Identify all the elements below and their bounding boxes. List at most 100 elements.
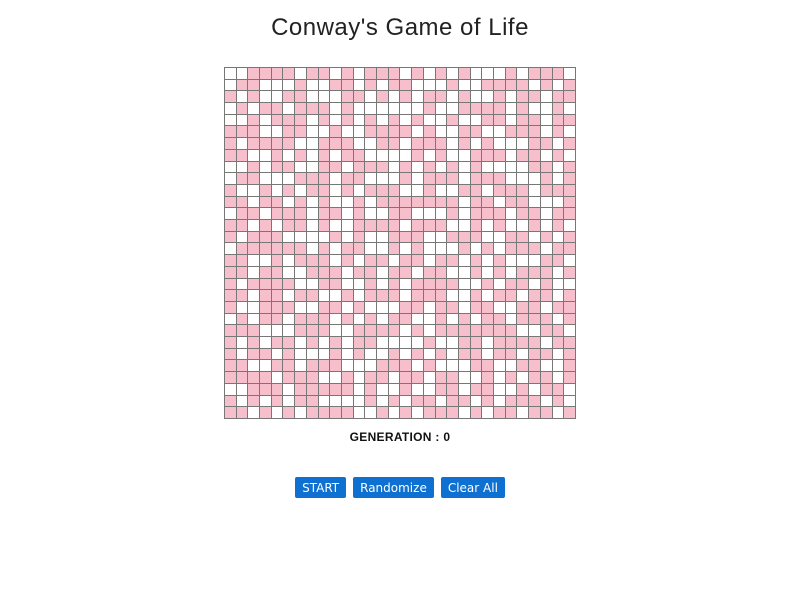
grid-cell[interactable] xyxy=(505,395,518,408)
grid-cell[interactable] xyxy=(283,114,296,127)
grid-cell[interactable] xyxy=(225,231,237,244)
grid-cell[interactable] xyxy=(236,231,249,244)
grid-cell[interactable] xyxy=(458,348,471,361)
grid-cell[interactable] xyxy=(412,325,424,338)
grid-cell[interactable] xyxy=(388,231,401,244)
grid-cell[interactable] xyxy=(447,372,459,384)
grid-cell[interactable] xyxy=(365,266,378,279)
grid-cell[interactable] xyxy=(353,337,366,349)
grid-cell[interactable] xyxy=(482,220,495,232)
grid-cell[interactable] xyxy=(540,138,553,150)
grid-cell[interactable] xyxy=(412,79,424,92)
grid-cell[interactable] xyxy=(353,208,366,221)
grid-cell[interactable] xyxy=(529,220,541,232)
grid-cell[interactable] xyxy=(318,266,331,279)
grid-cell[interactable] xyxy=(318,278,331,291)
grid-cell[interactable] xyxy=(353,407,366,419)
grid-cell[interactable] xyxy=(260,313,272,326)
grid-cell[interactable] xyxy=(517,372,530,384)
grid-cell[interactable] xyxy=(482,301,495,314)
grid-cell[interactable] xyxy=(236,149,249,162)
grid-cell[interactable] xyxy=(423,68,436,80)
grid-cell[interactable] xyxy=(271,360,284,373)
grid-cell[interactable] xyxy=(388,301,401,314)
grid-cell[interactable] xyxy=(552,91,565,104)
grid-cell[interactable] xyxy=(236,407,249,419)
grid-cell[interactable] xyxy=(423,220,436,232)
grid-cell[interactable] xyxy=(482,149,495,162)
grid-cell[interactable] xyxy=(225,91,237,104)
grid-cell[interactable] xyxy=(540,149,553,162)
grid-cell[interactable] xyxy=(529,313,541,326)
grid-cell[interactable] xyxy=(306,126,319,139)
grid-cell[interactable] xyxy=(365,149,378,162)
grid-cell[interactable] xyxy=(365,231,378,244)
grid-cell[interactable] xyxy=(365,337,378,349)
grid-cell[interactable] xyxy=(248,220,261,232)
grid-cell[interactable] xyxy=(540,114,553,127)
grid-cell[interactable] xyxy=(423,231,436,244)
grid-cell[interactable] xyxy=(540,325,553,338)
grid-cell[interactable] xyxy=(236,79,249,92)
grid-cell[interactable] xyxy=(540,372,553,384)
grid-cell[interactable] xyxy=(552,301,565,314)
grid-cell[interactable] xyxy=(458,161,471,174)
grid-cell[interactable] xyxy=(248,231,261,244)
grid-cell[interactable] xyxy=(494,313,506,326)
grid-cell[interactable] xyxy=(353,91,366,104)
grid-cell[interactable] xyxy=(494,161,506,174)
grid-cell[interactable] xyxy=(529,372,541,384)
grid-cell[interactable] xyxy=(388,395,401,408)
grid-cell[interactable] xyxy=(494,149,506,162)
grid-cell[interactable] xyxy=(529,301,541,314)
grid-cell[interactable] xyxy=(353,301,366,314)
grid-cell[interactable] xyxy=(423,91,436,104)
grid-cell[interactable] xyxy=(552,196,565,209)
grid-cell[interactable] xyxy=(306,337,319,349)
grid-cell[interactable] xyxy=(423,395,436,408)
grid-cell[interactable] xyxy=(412,103,424,115)
grid-cell[interactable] xyxy=(353,114,366,127)
grid-cell[interactable] xyxy=(260,126,272,139)
grid-cell[interactable] xyxy=(341,278,354,291)
grid-cell[interactable] xyxy=(353,161,366,174)
grid-cell[interactable] xyxy=(482,91,495,104)
grid-cell[interactable] xyxy=(447,278,459,291)
grid-cell[interactable] xyxy=(494,79,506,92)
grid-cell[interactable] xyxy=(365,173,378,185)
grid-cell[interactable] xyxy=(423,149,436,162)
grid-cell[interactable] xyxy=(564,337,576,349)
grid-cell[interactable] xyxy=(517,313,530,326)
grid-cell[interactable] xyxy=(341,266,354,279)
grid-cell[interactable] xyxy=(552,149,565,162)
grid-cell[interactable] xyxy=(353,173,366,185)
grid-cell[interactable] xyxy=(447,301,459,314)
grid-cell[interactable] xyxy=(271,208,284,221)
grid-cell[interactable] xyxy=(236,313,249,326)
grid-cell[interactable] xyxy=(505,255,518,267)
grid-cell[interactable] xyxy=(365,290,378,302)
grid-cell[interactable] xyxy=(470,79,483,92)
grid-cell[interactable] xyxy=(377,313,389,326)
grid-cell[interactable] xyxy=(470,149,483,162)
grid-cell[interactable] xyxy=(341,79,354,92)
grid-cell[interactable] xyxy=(248,290,261,302)
grid-cell[interactable] xyxy=(260,301,272,314)
grid-cell[interactable] xyxy=(248,348,261,361)
grid-cell[interactable] xyxy=(470,360,483,373)
grid-cell[interactable] xyxy=(377,196,389,209)
grid-cell[interactable] xyxy=(225,220,237,232)
grid-cell[interactable] xyxy=(388,79,401,92)
grid-cell[interactable] xyxy=(564,126,576,139)
grid-cell[interactable] xyxy=(341,348,354,361)
grid-cell[interactable] xyxy=(494,337,506,349)
grid-cell[interactable] xyxy=(248,372,261,384)
grid-cell[interactable] xyxy=(482,231,495,244)
grid-cell[interactable] xyxy=(353,266,366,279)
grid-cell[interactable] xyxy=(236,184,249,197)
grid-cell[interactable] xyxy=(377,337,389,349)
grid-cell[interactable] xyxy=(470,220,483,232)
grid-cell[interactable] xyxy=(341,138,354,150)
grid-cell[interactable] xyxy=(318,301,331,314)
grid-cell[interactable] xyxy=(283,220,296,232)
